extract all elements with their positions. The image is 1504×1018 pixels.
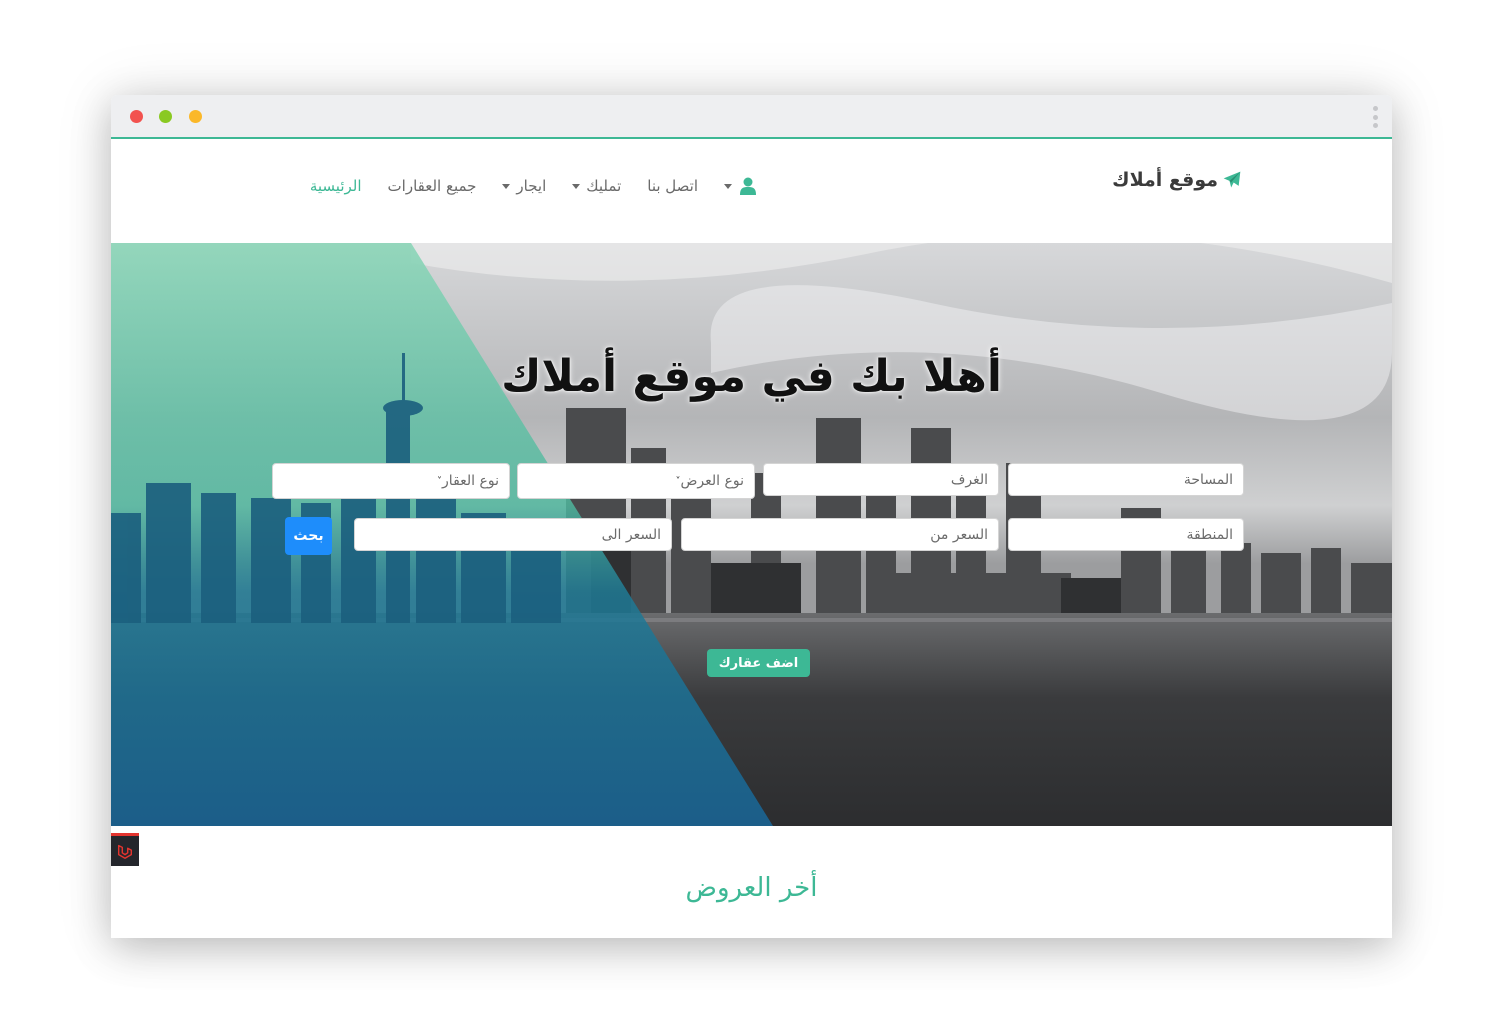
- main-nav: الرئيسية جميع العقارات ايجار تمليك اتصل …: [310, 177, 756, 195]
- rooms-input[interactable]: الغرف: [763, 463, 999, 496]
- add-property-button[interactable]: اضف عقارك: [707, 649, 810, 677]
- close-window-dot[interactable]: [130, 110, 143, 123]
- nav-all-properties[interactable]: جميع العقارات: [388, 177, 477, 195]
- region-placeholder: المنطقة: [1186, 526, 1233, 543]
- page: موقع أملاك الرئيسية جميع العقارات ايجار …: [0, 0, 1504, 1018]
- nav-rent-label: ايجار: [516, 177, 547, 195]
- nav-rent-dropdown[interactable]: ايجار: [502, 177, 546, 195]
- paper-plane-icon: [1223, 171, 1241, 188]
- hero-title: أهلا بك في موقع أملاك: [501, 351, 1002, 402]
- nav-ownership-dropdown[interactable]: تمليك: [572, 177, 621, 195]
- nav-contact-label: اتصل بنا: [647, 177, 698, 195]
- nav-home-label: الرئيسية: [309, 177, 362, 195]
- area-input[interactable]: المساحة: [1008, 463, 1244, 496]
- search-button[interactable]: بحث: [285, 517, 332, 555]
- brand-logo[interactable]: موقع أملاك: [1112, 169, 1242, 191]
- user-icon: [740, 177, 756, 195]
- more-vertical-icon[interactable]: [1372, 106, 1378, 128]
- nav-ownership-label: تمليك: [586, 177, 622, 195]
- laravel-icon: [117, 844, 133, 859]
- offer-type-select[interactable]: نوع العرض ˅: [517, 463, 755, 499]
- laravel-logo[interactable]: [111, 833, 139, 866]
- caret-down-icon: [502, 183, 511, 189]
- property-type-select[interactable]: نوع العقار ˅: [272, 463, 510, 499]
- nav-all-properties-label: جميع العقارات: [387, 177, 477, 195]
- browser-window: موقع أملاك الرئيسية جميع العقارات ايجار …: [111, 95, 1392, 938]
- rooms-placeholder: الغرف: [950, 471, 988, 488]
- price-to-placeholder: السعر الى: [601, 526, 661, 543]
- offer-type-value: نوع العرض: [680, 473, 745, 489]
- nav-home[interactable]: الرئيسية: [310, 177, 362, 195]
- minimize-window-dot[interactable]: [189, 110, 202, 123]
- area-placeholder: المساحة: [1183, 471, 1233, 488]
- brand-name: موقع أملاك: [1112, 169, 1218, 191]
- browser-chrome: [111, 95, 1392, 139]
- caret-down-icon: [572, 183, 581, 189]
- nav-contact[interactable]: اتصل بنا: [647, 177, 698, 195]
- region-input[interactable]: المنطقة: [1008, 518, 1244, 551]
- price-from-placeholder: السعر من: [930, 526, 988, 543]
- property-type-value: نوع العقار: [442, 473, 499, 489]
- site-navbar: موقع أملاك الرئيسية جميع العقارات ايجار …: [111, 139, 1392, 243]
- caret-down-icon: [724, 183, 732, 189]
- user-menu-dropdown[interactable]: [724, 177, 756, 195]
- chevron-down-icon: ˅: [437, 475, 443, 487]
- chevron-down-icon: ˅: [675, 475, 681, 487]
- price-from-input[interactable]: السعر من: [681, 518, 999, 551]
- price-to-input[interactable]: السعر الى: [354, 518, 672, 551]
- maximize-window-dot[interactable]: [159, 110, 172, 123]
- hero-banner: أهلا بك في موقع أملاك المساحة الغرف نوع …: [111, 243, 1392, 826]
- latest-offers-title: أخر العروض: [685, 873, 818, 903]
